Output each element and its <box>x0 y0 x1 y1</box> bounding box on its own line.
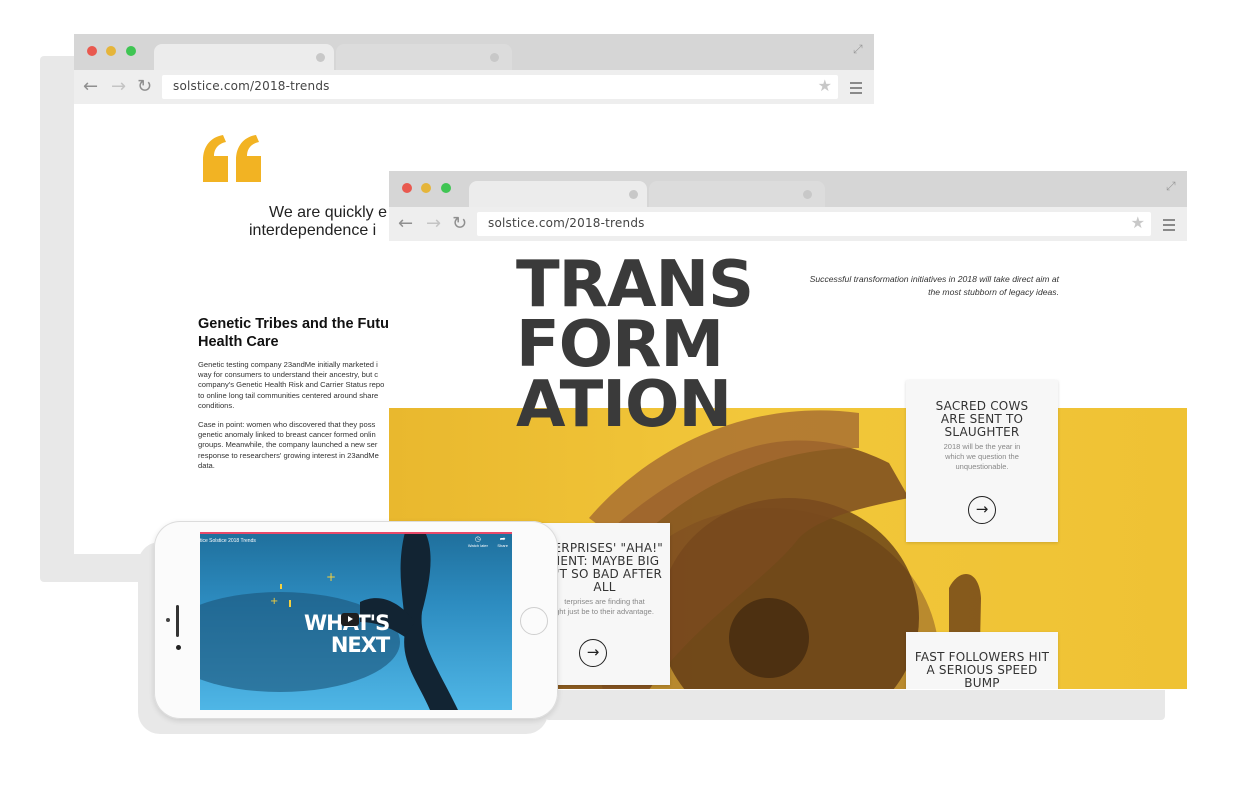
hamburger-menu-icon[interactable] <box>1163 219 1175 234</box>
bookmark-star-icon[interactable]: ★ <box>1131 213 1145 232</box>
expand-icon[interactable]: ⤢ <box>853 42 863 57</box>
phone-sensor <box>176 645 181 650</box>
back-nav-bar: ← → ↻ solstice.com/2018-trends ★ <box>74 70 874 104</box>
quote-text-line2: interdependence i <box>249 222 377 239</box>
minimize-dot-icon[interactable] <box>421 183 431 193</box>
home-button-icon[interactable] <box>520 607 548 635</box>
expand-icon[interactable]: ⤢ <box>1166 179 1176 194</box>
back-tab-inactive[interactable] <box>336 44 512 70</box>
article-title-line2: Health Care <box>198 334 279 350</box>
back-tab-active[interactable] <box>154 44 334 70</box>
article-paragraph-2: Case in point: women who discovered that… <box>198 420 379 470</box>
front-address-bar[interactable]: solstice.com/2018-trends ★ <box>477 212 1151 236</box>
forward-arrow-icon[interactable]: → <box>426 213 441 235</box>
back-arrow-icon[interactable]: ← <box>398 213 413 235</box>
back-tab-bar: ⤢ <box>74 34 874 70</box>
back-address-bar[interactable]: solstice.com/2018-trends ★ <box>162 75 838 99</box>
front-tab-bar: ⤢ <box>389 171 1187 207</box>
card-fast-followers[interactable]: FAST FOLLOWERS HIT A SERIOUS SPEED BUMP <box>906 632 1058 689</box>
play-button-icon[interactable] <box>341 613 359 626</box>
hamburger-menu-icon[interactable] <box>850 82 862 97</box>
arrow-right-icon[interactable]: → <box>579 639 607 667</box>
minimize-dot-icon[interactable] <box>106 46 116 56</box>
close-dot-icon[interactable] <box>402 183 412 193</box>
sparkle-icon: + <box>270 596 279 607</box>
phone-device: tice Solstice 2018 Trends ◷ Watch later ➦… <box>154 521 558 719</box>
front-tab-inactive[interactable] <box>649 181 825 207</box>
quote-text-line1: We are quickly e <box>269 204 387 221</box>
front-browser-shadow <box>545 690 1165 720</box>
bookmark-star-icon[interactable]: ★ <box>818 76 832 95</box>
phone-speaker <box>176 605 179 637</box>
card-sacred-cows[interactable]: SACRED COWS ARE SENT TO SLAUGHTER 2018 w… <box>906 380 1058 542</box>
hero-headline: TRANS FORM ATION <box>516 248 754 442</box>
close-dot-icon[interactable] <box>87 46 97 56</box>
quote-marks-icon <box>203 135 261 182</box>
front-nav-bar: ← → ↻ solstice.com/2018-trends ★ <box>389 207 1187 241</box>
sparkle-icon: + <box>326 570 337 584</box>
front-tab-active[interactable] <box>469 181 647 207</box>
card-enterprises-aha[interactable]: TERPRISES' "AHA!" MENT: MAYBE BIG N'T SO… <box>539 523 670 685</box>
reload-icon[interactable]: ↻ <box>137 76 152 98</box>
tagline: Successful transformation initiatives in… <box>809 274 1059 297</box>
article-title-line1: Genetic Tribes and the Futu <box>198 316 389 332</box>
video-player[interactable]: tice Solstice 2018 Trends ◷ Watch later ➦… <box>200 532 512 710</box>
back-arrow-icon[interactable]: ← <box>83 76 98 98</box>
article-paragraph-1: Genetic testing company 23andMe initiall… <box>198 360 385 410</box>
watch-later-icon[interactable]: ◷ Watch later <box>468 535 488 548</box>
phone-camera <box>166 618 170 622</box>
sparkle-mark <box>280 584 282 589</box>
arrow-right-icon[interactable]: → <box>968 496 996 524</box>
reload-icon[interactable]: ↻ <box>452 213 467 235</box>
share-icon[interactable]: ➦ Share <box>497 535 508 548</box>
back-url-text: solstice.com/2018-trends <box>173 79 330 93</box>
maximize-dot-icon[interactable] <box>126 46 136 56</box>
sparkle-mark <box>289 600 291 607</box>
forward-arrow-icon[interactable]: → <box>111 76 126 98</box>
video-title: tice Solstice 2018 Trends <box>200 538 256 544</box>
maximize-dot-icon[interactable] <box>441 183 451 193</box>
front-url-text: solstice.com/2018-trends <box>488 216 645 230</box>
